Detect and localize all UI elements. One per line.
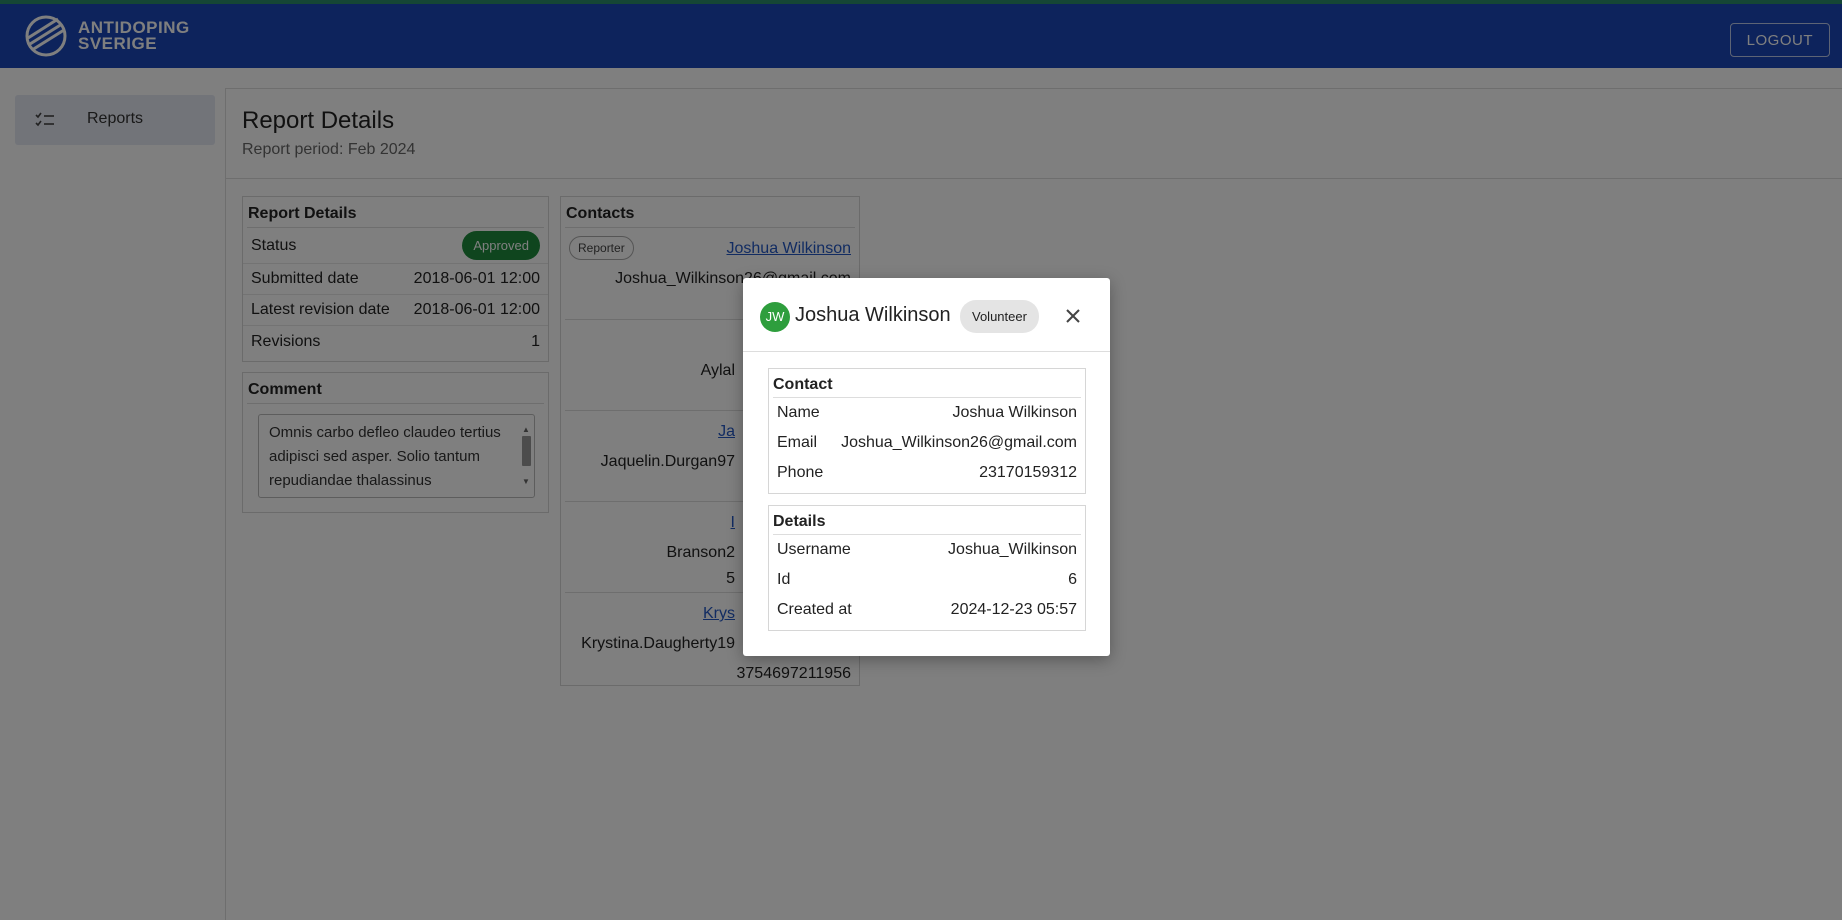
card-title: Details: [773, 506, 1081, 535]
row-label: Created at: [777, 601, 852, 618]
row-value: 23170159312: [979, 464, 1077, 481]
created-at-row: Created at 2024-12-23 05:57: [769, 595, 1085, 625]
email-row: Email Joshua_Wilkinson26@gmail.com: [769, 428, 1085, 458]
row-value: 6: [1068, 571, 1077, 588]
row-value: Joshua Wilkinson: [952, 404, 1078, 421]
row-value: 2024-12-23 05:57: [950, 601, 1077, 618]
row-label: Email: [777, 434, 818, 451]
contact-card: Contact Name Joshua Wilkinson Email Josh…: [768, 368, 1086, 494]
row-value: Joshua_Wilkinson: [948, 541, 1077, 558]
phone-row: Phone 23170159312: [769, 458, 1085, 488]
row-label: Name: [777, 404, 820, 421]
row-label: Phone: [777, 464, 824, 481]
id-row: Id 6: [769, 565, 1085, 595]
row-label: Id: [777, 571, 791, 588]
role-chip: Volunteer: [960, 300, 1039, 333]
avatar: JW: [760, 302, 790, 332]
dialog-header: JW Joshua Wilkinson Volunteer: [743, 278, 1110, 352]
row-value: Joshua_Wilkinson26@gmail.com: [841, 434, 1077, 451]
close-icon[interactable]: [1061, 304, 1085, 328]
card-title: Contact: [773, 369, 1081, 398]
dialog-title: Joshua Wilkinson: [795, 304, 951, 326]
username-row: Username Joshua_Wilkinson: [769, 535, 1085, 565]
user-details-dialog: JW Joshua Wilkinson Volunteer Contact Na…: [743, 278, 1110, 656]
row-label: Username: [777, 541, 851, 558]
details-card: Details Username Joshua_Wilkinson Id 6 C…: [768, 505, 1086, 631]
name-row: Name Joshua Wilkinson: [769, 398, 1085, 428]
